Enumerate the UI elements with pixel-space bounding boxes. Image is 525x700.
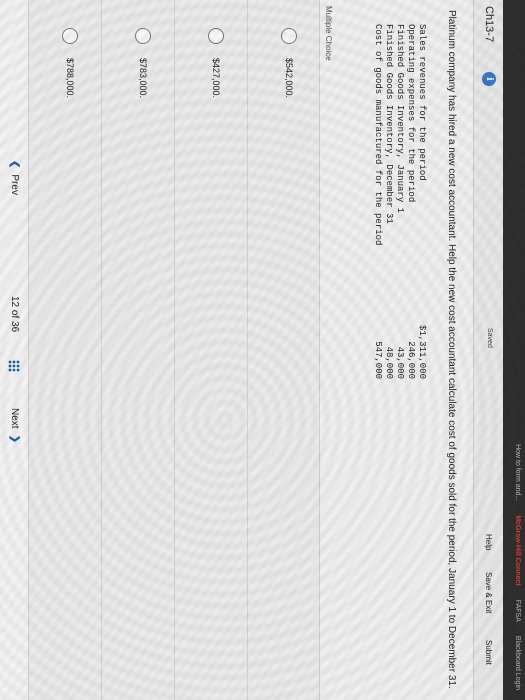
browser-bookmarks-bar: How to form and... McGraw-Hill Connect F… <box>503 0 525 700</box>
multiple-choice-label: Multiple Choice <box>324 6 333 61</box>
bookmark-link[interactable]: How to form and... <box>514 444 521 501</box>
table-row: Finished Goods Inventory, January 1 43,0… <box>394 24 405 379</box>
data-table: Sales revenues for the period $1,311,000… <box>372 24 427 379</box>
table-row: Sales revenues for the period $1,311,000 <box>416 24 427 379</box>
choice-option-1[interactable]: $542,000. <box>247 0 319 700</box>
row-label: Sales revenues for the period <box>417 24 427 181</box>
grid-icon[interactable] <box>8 360 20 372</box>
radio-button[interactable] <box>281 28 297 44</box>
table-row: Cost of goods manufactured for the perio… <box>372 24 383 379</box>
row-value: 43,000 <box>395 346 405 379</box>
row-value: $1,311,000 <box>417 324 427 379</box>
chevron-right-icon: ❯ <box>9 434 20 443</box>
prev-label: Prev <box>9 174 20 195</box>
saved-status: Saved <box>486 328 493 348</box>
row-value: 547,000 <box>373 341 383 379</box>
choices-panel: $542,000. $427,000. $783,000. $788,000. <box>28 0 320 700</box>
radio-button[interactable] <box>135 28 151 44</box>
question-label: Ch13-7 <box>483 6 495 43</box>
chevron-left-icon: ❮ <box>9 160 20 169</box>
bookmark-link[interactable]: FAFSA <box>514 600 521 622</box>
table-row: Operating expenses for the period 246,00… <box>405 24 416 379</box>
choice-text: $783,000. <box>138 58 148 99</box>
bookmark-link[interactable]: Blackboard Login <box>514 636 521 690</box>
question-prompt: Platinum company has hired a new cost ac… <box>446 10 457 689</box>
assignment-header: Ch13-7 i Saved Help Save & Exit Submit <box>473 0 503 700</box>
page-of: of <box>9 309 20 319</box>
submit-button[interactable]: Submit <box>484 640 493 665</box>
pagination-footer: ❮ Prev 12 of 36 Next ❯ <box>0 0 28 700</box>
row-label: Operating expenses for the period <box>406 24 416 203</box>
radio-button[interactable] <box>208 28 224 44</box>
bookmark-links: How to form and... McGraw-Hill Connect F… <box>514 444 521 690</box>
choice-option-2[interactable]: $427,000. <box>174 0 246 700</box>
bookmark-link[interactable]: McGraw-Hill Connect <box>514 515 521 585</box>
row-value: 48,000 <box>384 346 394 379</box>
row-label: Finished Goods Inventory, January 1 <box>395 24 405 214</box>
current-page: 12 <box>9 296 20 308</box>
choice-text: $788,000. <box>65 58 75 99</box>
choice-option-3[interactable]: $783,000. <box>101 0 173 700</box>
row-label: Finished Goods Inventory, December 31 <box>384 24 394 224</box>
help-button[interactable]: Help <box>484 534 493 550</box>
info-icon[interactable]: i <box>482 72 496 86</box>
next-label: Next <box>9 408 20 429</box>
prev-button[interactable]: ❮ Prev <box>9 160 20 195</box>
rotated-screen: How to form and... McGraw-Hill Connect F… <box>0 0 525 700</box>
save-exit-button[interactable]: Save & Exit <box>484 572 493 613</box>
table-row: Finished Goods Inventory, December 31 48… <box>383 24 394 379</box>
choice-text: $427,000. <box>211 58 221 99</box>
page-indicator: 12 of 36 <box>9 296 20 332</box>
radio-button[interactable] <box>62 28 78 44</box>
choice-option-4[interactable]: $788,000. <box>28 0 100 700</box>
row-value: 246,000 <box>406 341 416 379</box>
row-label: Cost of goods manufactured for the perio… <box>373 24 383 246</box>
next-button[interactable]: Next ❯ <box>9 408 20 443</box>
total-pages: 36 <box>9 321 20 333</box>
choice-text: $542,000. <box>284 58 294 99</box>
